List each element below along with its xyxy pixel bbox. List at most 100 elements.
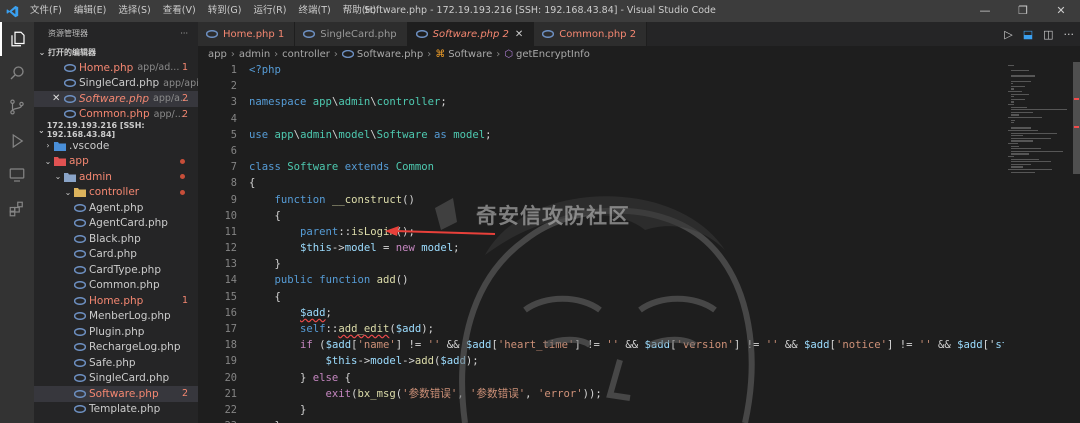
explorer-icon[interactable] <box>0 22 34 56</box>
code-content[interactable]: <?php namespace app\admin\controller; use … <box>249 62 1004 423</box>
code-line[interactable]: self::add_edit($add); <box>249 321 1004 337</box>
code-line[interactable]: use app\admin\model\Software as model; <box>249 127 1004 143</box>
tab-singlecard[interactable]: SingleCard.php <box>295 22 408 46</box>
code-line[interactable]: } else { <box>249 370 1004 386</box>
extensions-icon[interactable] <box>0 192 34 226</box>
line-number: 23 <box>198 418 243 423</box>
restore-icon[interactable]: ❐ <box>1004 0 1042 22</box>
code-line[interactable]: namespace app\admin\controller; <box>249 94 1004 110</box>
menu-selection[interactable]: 选择(S) <box>112 0 156 22</box>
explorer-sidebar: 资源管理器 ··· ⌄ 打开的编辑器 Home.php app/ad... 1 Sin… <box>34 22 198 423</box>
code-line[interactable] <box>249 111 1004 127</box>
file-tree-item[interactable]: Plugin.php <box>34 324 198 340</box>
tab-software[interactable]: Software.php 2 ✕ <box>407 22 535 46</box>
open-editor-path: app/a... <box>153 93 189 105</box>
php-file-icon <box>64 109 76 119</box>
code-line[interactable]: $this->model = new model; <box>249 240 1004 256</box>
code-line[interactable] <box>249 143 1004 159</box>
code-line[interactable]: { <box>249 175 1004 191</box>
tab-common[interactable]: Common.php 2 <box>534 22 648 46</box>
line-number: 3 <box>230 96 237 109</box>
file-tree-item[interactable]: › .vscode <box>34 138 198 154</box>
menu-go[interactable]: 转到(G) <box>202 0 248 22</box>
file-tree-item[interactable]: Black.php <box>34 231 198 247</box>
code-line[interactable]: public function add() <box>249 272 1004 288</box>
breadcrumb-method[interactable]: getEncryptInfo <box>516 49 590 60</box>
file-tree-item[interactable]: AgentCard.php <box>34 216 198 232</box>
line-number: 20 <box>224 371 237 384</box>
open-editor-item[interactable]: Common.php app/... 2 <box>34 107 198 123</box>
open-editor-path: app/... <box>153 108 184 120</box>
line-number: 9 <box>230 193 237 206</box>
source-control-icon[interactable] <box>0 90 34 124</box>
file-tree-item[interactable]: ⌄ app <box>34 154 198 170</box>
menu-help[interactable]: 帮助(H) <box>337 0 383 22</box>
open-editor-item[interactable]: ✕ Software.php app/a... 2 <box>34 91 198 107</box>
code-line[interactable] <box>249 78 1004 94</box>
open-editors-header[interactable]: ⌄ 打开的编辑器 <box>34 44 198 60</box>
open-editor-path: app/api... <box>163 77 198 89</box>
close-tab-icon[interactable]: ✕ <box>515 29 523 40</box>
file-tree-item[interactable]: Home.php 1 <box>34 293 198 309</box>
run-file-icon[interactable]: ▷ <box>1004 28 1012 41</box>
file-tree-item[interactable]: Card.php <box>34 247 198 263</box>
minimap-line <box>1011 85 1025 88</box>
file-tree-item[interactable]: Agent.php <box>34 200 198 216</box>
run-debug-icon[interactable] <box>0 124 34 158</box>
file-tree-item[interactable]: SingleCard.php <box>34 371 198 387</box>
php-file-icon <box>64 78 76 88</box>
code-line[interactable]: exit(bx_msg('参数错误', '参数错误', 'error')); <box>249 386 1004 402</box>
file-tree-item-name: AgentCard.php <box>89 217 168 230</box>
menu-terminal[interactable]: 终端(T) <box>292 0 336 22</box>
close-icon[interactable]: ✕ <box>1042 0 1080 22</box>
code-line[interactable]: $this->model->add($add); <box>249 353 1004 369</box>
file-tree-item[interactable]: ⌄ controller <box>34 185 198 201</box>
remote-explorer-icon[interactable] <box>0 158 34 192</box>
more-actions-icon[interactable]: ··· <box>1064 28 1075 41</box>
split-editor-icon[interactable]: ◫ <box>1043 28 1053 41</box>
breadcrumb-admin[interactable]: admin <box>239 49 270 60</box>
menu-file[interactable]: 文件(F) <box>24 0 68 22</box>
file-tree-item[interactable]: Common.php <box>34 278 198 294</box>
code-line[interactable]: class Software extends Common <box>249 159 1004 175</box>
minimap-line <box>1011 119 1015 121</box>
minimap-line <box>1011 96 1014 98</box>
open-editor-item[interactable]: Home.php app/ad... 1 <box>34 60 198 76</box>
file-tree-item[interactable]: MenberLog.php <box>34 309 198 325</box>
file-tree-item-name: Common.php <box>89 279 160 292</box>
code-line[interactable]: } <box>249 418 1004 423</box>
workspace-header[interactable]: ⌄ 172.19.193.216 [SSH: 192.168.43.84] <box>34 121 198 139</box>
minimize-icon[interactable]: — <box>966 0 1004 22</box>
menu-edit[interactable]: 编辑(E) <box>68 0 112 22</box>
code-line[interactable]: if ($add['name'] != '' && $add['heart_ti… <box>249 337 1004 353</box>
menu-view[interactable]: 查看(V) <box>157 0 202 22</box>
remote-icon[interactable]: ⬓ <box>1023 28 1033 41</box>
file-tree-item[interactable]: Template.php <box>34 402 198 418</box>
breadcrumb-file[interactable]: Software.php <box>357 49 423 60</box>
file-tree-item[interactable]: Software.php 2 <box>34 386 198 402</box>
code-line[interactable]: $add; <box>249 305 1004 321</box>
menu-run[interactable]: 运行(R) <box>247 0 292 22</box>
explorer-title: 资源管理器 <box>48 28 88 38</box>
file-tree-item[interactable]: RechargeLog.php <box>34 340 198 356</box>
more-actions-icon[interactable]: ··· <box>180 29 188 38</box>
open-editor-item[interactable]: SingleCard.phpapp/api... <box>34 76 198 92</box>
file-tree-item[interactable]: Safe.php <box>34 355 198 371</box>
code-line[interactable]: <?php <box>249 62 1004 78</box>
breadcrumb-app[interactable]: app <box>208 49 227 60</box>
search-icon[interactable] <box>0 56 34 90</box>
file-tree-item[interactable]: ⌄ admin <box>34 169 198 185</box>
php-file-icon <box>64 63 76 73</box>
tab-home[interactable]: Home.php 1 <box>198 22 296 46</box>
code-line[interactable]: } <box>249 256 1004 272</box>
vertical-scrollbar[interactable] <box>1073 62 1080 423</box>
code-line[interactable]: { <box>249 289 1004 305</box>
breadcrumb-controller[interactable]: controller <box>282 49 330 60</box>
code-line[interactable]: } <box>249 402 1004 418</box>
breadcrumb-class[interactable]: Software <box>448 49 492 60</box>
minimap[interactable] <box>1004 62 1070 423</box>
scrollbar-thumb[interactable] <box>1073 62 1080 174</box>
file-tree-item[interactable]: CardType.php <box>34 262 198 278</box>
code-editor[interactable]: 1234567891011121314151617181920212223 <?… <box>198 62 1004 423</box>
close-editor-icon[interactable]: ✕ <box>52 93 60 104</box>
